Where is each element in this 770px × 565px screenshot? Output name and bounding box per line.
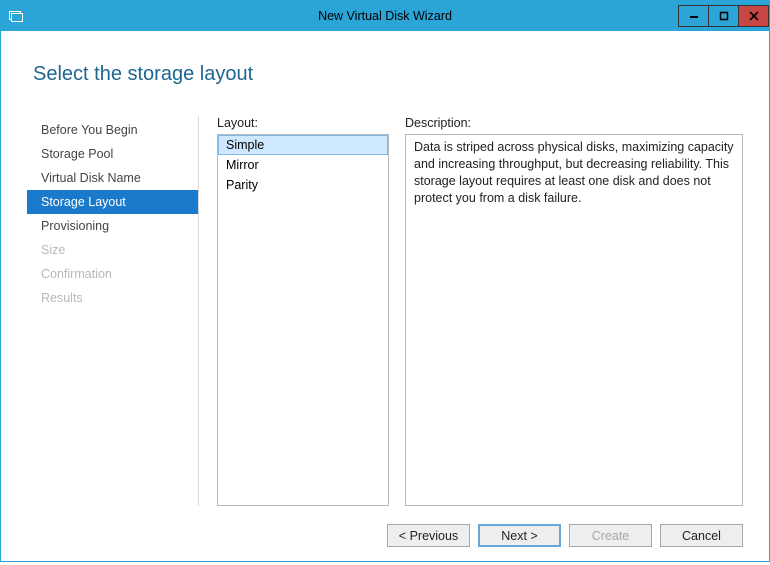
window-controls: [679, 5, 769, 27]
titlebar: New Virtual Disk Wizard: [1, 1, 769, 31]
window-title: New Virtual Disk Wizard: [1, 9, 769, 23]
cancel-button[interactable]: Cancel: [660, 524, 743, 547]
layout-item-mirror[interactable]: Mirror: [218, 155, 388, 175]
sidebar-item-storage-layout[interactable]: Storage Layout: [27, 190, 198, 214]
content: Select the storage layout Before You Beg…: [1, 31, 769, 565]
minimize-button[interactable]: [678, 5, 709, 27]
main: Layout: Simple Mirror Parity Description…: [217, 116, 743, 506]
layout-label: Layout:: [217, 116, 389, 130]
sidebar-item-results: Results: [27, 286, 198, 310]
create-button: Create: [569, 524, 652, 547]
page-title: Select the storage layout: [33, 63, 743, 86]
sidebar-item-confirmation: Confirmation: [27, 262, 198, 286]
sidebar: Before You Begin Storage Pool Virtual Di…: [27, 116, 199, 506]
previous-button[interactable]: < Previous: [387, 524, 470, 547]
layout-column: Layout: Simple Mirror Parity: [217, 116, 389, 506]
sidebar-item-storage-pool[interactable]: Storage Pool: [27, 142, 198, 166]
layout-item-simple[interactable]: Simple: [218, 135, 388, 155]
body: Before You Begin Storage Pool Virtual Di…: [27, 116, 743, 506]
description-label: Description:: [405, 116, 743, 130]
maximize-button[interactable]: [708, 5, 739, 27]
wizard-window: New Virtual Disk Wizard Select the stora…: [0, 0, 770, 562]
layout-item-parity[interactable]: Parity: [218, 175, 388, 195]
sidebar-item-size: Size: [27, 238, 198, 262]
close-button[interactable]: [738, 5, 769, 27]
description-box: Data is striped across physical disks, m…: [405, 134, 743, 506]
next-button[interactable]: Next >: [478, 524, 561, 547]
sidebar-item-virtual-disk-name[interactable]: Virtual Disk Name: [27, 166, 198, 190]
description-column: Description: Data is striped across phys…: [405, 116, 743, 506]
layout-list[interactable]: Simple Mirror Parity: [217, 134, 389, 506]
app-icon: [1, 1, 31, 31]
footer: < Previous Next > Create Cancel: [27, 506, 743, 547]
sidebar-item-before-you-begin[interactable]: Before You Begin: [27, 118, 198, 142]
sidebar-item-provisioning[interactable]: Provisioning: [27, 214, 198, 238]
